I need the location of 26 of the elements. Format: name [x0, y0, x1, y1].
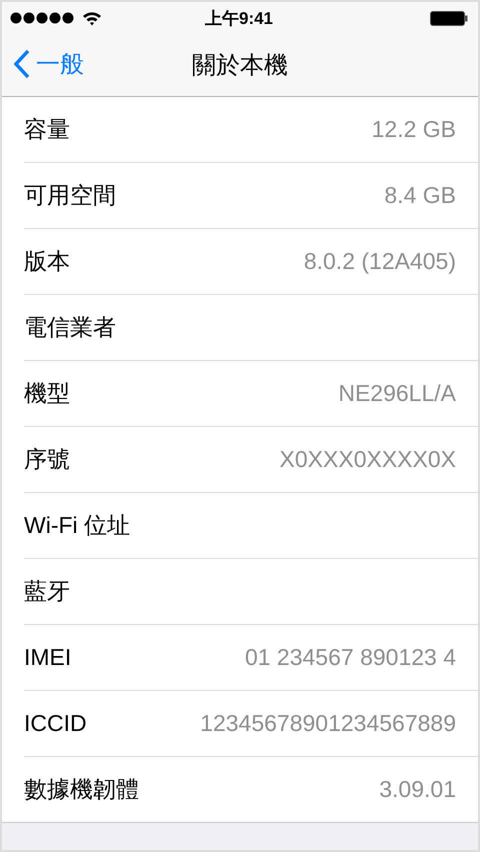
row-label: 數據機韌體: [24, 775, 139, 804]
row-label: Wi-Fi 位址: [24, 511, 130, 540]
row-label: 可用空間: [24, 181, 116, 210]
row-value: 8.4 GB: [384, 182, 456, 209]
row-label: 版本: [24, 247, 70, 276]
row-label: 序號: [24, 445, 70, 474]
row-label: 容量: [24, 115, 70, 144]
row-value: 12.2 GB: [372, 116, 456, 143]
signal-icon: [10, 12, 76, 24]
chevron-icon: [12, 49, 32, 79]
back-button[interactable]: 一般: [12, 48, 84, 80]
row-label: ICCID: [24, 710, 87, 737]
nav-title: 關於本機: [192, 51, 288, 81]
row-value: 8.0.2 (12A405): [304, 248, 456, 275]
wifi-icon: [82, 10, 102, 26]
row-label: IMEI: [24, 644, 72, 671]
row-label: 藍牙: [24, 577, 70, 606]
row-value: 12345678901234567889: [200, 710, 456, 737]
row-value: NE296LL/A: [338, 380, 456, 407]
row-label: 電信業者: [24, 313, 116, 342]
status-time: 上午9:41: [204, 8, 274, 30]
battery-icon: [430, 10, 468, 26]
row-value: X0XXX0XXXX0X: [280, 446, 456, 473]
row-value: 3.09.01: [379, 776, 456, 803]
row-value: 01 234567 890123 4: [244, 644, 456, 671]
row-label: 機型: [24, 379, 70, 408]
